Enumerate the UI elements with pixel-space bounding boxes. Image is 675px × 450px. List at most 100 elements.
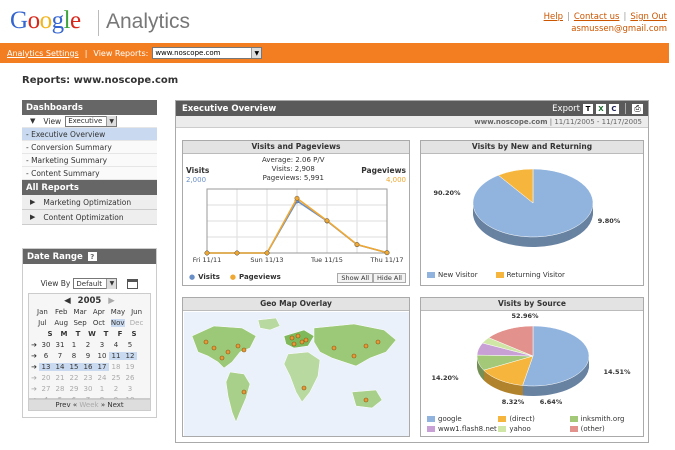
day[interactable]: 20 — [39, 374, 53, 382]
data-point-pageviews — [264, 250, 270, 256]
month-nov[interactable]: Nov — [110, 318, 125, 327]
forward-icon[interactable]: » — [101, 401, 105, 409]
site-select[interactable]: www.noscope.com ▼ — [152, 47, 263, 59]
day[interactable]: 26 — [123, 374, 137, 382]
day[interactable]: 1 — [95, 385, 109, 393]
week-row[interactable]: ➔ 27 28 29 30 1 2 3 — [29, 383, 150, 394]
day[interactable]: 23 — [81, 374, 95, 382]
view-by-select[interactable]: Default ▼ — [73, 278, 118, 289]
day[interactable]: 11 — [109, 351, 123, 360]
day[interactable]: 9 — [81, 352, 95, 360]
month-jan[interactable]: Jan — [35, 308, 49, 316]
hide-all-button[interactable]: Hide All — [373, 273, 406, 283]
day[interactable]: 3 — [95, 341, 109, 349]
day[interactable]: 18 — [109, 363, 123, 371]
export-text-icon[interactable]: T — [583, 103, 593, 114]
day[interactable]: 29 — [67, 385, 81, 393]
content-optimization-button[interactable]: ▶ Content Optimization — [22, 210, 157, 225]
help-icon[interactable]: ? — [87, 252, 97, 261]
triangle-right-icon: ▶ — [30, 198, 36, 206]
day[interactable]: 2 — [81, 341, 95, 349]
contact-link[interactable]: Contact us — [574, 12, 620, 22]
arrow-right-icon[interactable]: ➔ — [29, 385, 39, 393]
month-oct[interactable]: Oct — [92, 319, 106, 327]
analytics-settings-link[interactable]: Analytics Settings — [7, 49, 79, 58]
view-select[interactable]: Executive ▼ — [65, 115, 118, 127]
legend-pageviews[interactable]: ● Pageviews — [230, 273, 281, 281]
weekday-label: T — [75, 329, 81, 338]
sidebar-item-conversion-summary[interactable]: - Conversion Summary — [22, 141, 157, 154]
day[interactable]: 30 — [81, 385, 95, 393]
day[interactable]: 7 — [53, 352, 67, 360]
calendar-icon[interactable] — [127, 278, 139, 289]
sidebar-item-marketing-summary[interactable]: - Marketing Summary — [22, 154, 157, 167]
day[interactable]: 3 — [123, 385, 137, 393]
day[interactable]: 24 — [95, 374, 109, 382]
show-all-button[interactable]: Show All — [337, 273, 374, 283]
day[interactable]: 6 — [39, 352, 53, 360]
day[interactable]: 15 — [67, 362, 81, 371]
signout-link[interactable]: Sign Out — [630, 12, 667, 22]
next-year-icon[interactable]: ▶ — [108, 296, 115, 306]
data-point-pageviews — [204, 250, 210, 256]
day[interactable]: 5 — [123, 341, 137, 349]
day[interactable]: 27 — [39, 385, 53, 393]
help-link[interactable]: Help — [544, 12, 563, 22]
triangle-right-icon: ▶ — [30, 213, 36, 221]
rewind-icon[interactable]: « — [73, 401, 77, 409]
logo-letter: o — [39, 7, 53, 34]
date-range-panel: Date Range ? View By Default ▼ ◀ 2005 ▶ … — [22, 248, 157, 418]
month-sep[interactable]: Sep — [73, 319, 87, 327]
week-row[interactable]: ➔ 6 7 8 9 10 11 12 — [29, 350, 150, 361]
sidebar-item-executive-overview[interactable]: - Executive Overview — [22, 128, 157, 141]
print-icon[interactable]: ⎙ — [632, 103, 643, 114]
export-excel-icon[interactable]: X — [596, 103, 606, 114]
arrow-right-icon[interactable]: ➔ — [29, 352, 39, 360]
x-tick-label: Thu 11/17 — [369, 256, 403, 264]
year-row: ◀ 2005 ▶ — [29, 296, 150, 306]
line-legend: ● Visits ● Pageviews — [189, 273, 281, 281]
week-row[interactable]: ➔ 13 14 15 16 17 18 19 — [29, 361, 150, 372]
world-map[interactable] — [184, 312, 409, 436]
day[interactable]: 17 — [95, 362, 109, 371]
day[interactable]: 8 — [67, 352, 81, 360]
prev-year-icon[interactable]: ◀ — [64, 296, 71, 306]
day[interactable]: 16 — [81, 362, 95, 371]
month-mar[interactable]: Mar — [73, 308, 87, 316]
day[interactable]: 28 — [53, 385, 67, 393]
month-apr[interactable]: Apr — [92, 308, 106, 316]
export-csv-icon[interactable]: C — [609, 103, 619, 114]
week-row[interactable]: ➔ 20 21 22 23 24 25 26 — [29, 372, 150, 383]
next-button[interactable]: Next — [107, 401, 123, 409]
marketing-optimization-button[interactable]: ▶ Marketing Optimization — [22, 195, 157, 210]
day[interactable]: 12 — [123, 351, 137, 360]
month-jun[interactable]: Jun — [130, 308, 144, 316]
arrow-right-icon[interactable]: ➔ — [29, 363, 39, 371]
day[interactable]: 30 — [39, 341, 53, 349]
day[interactable]: 25 — [109, 374, 123, 382]
day[interactable]: 19 — [123, 363, 137, 371]
legend-visits[interactable]: ● Visits — [189, 273, 220, 281]
day[interactable]: 31 — [53, 341, 67, 349]
day[interactable]: 21 — [53, 374, 67, 382]
visits-pageviews-chart: Fri 11/11 Sun 11/13 Tue 11/15 Thu 11/17 — [193, 188, 404, 264]
legend-returning-visitor-label: Returning Visitor — [506, 271, 565, 279]
day[interactable]: 22 — [67, 374, 81, 382]
month-dec[interactable]: Dec — [130, 319, 144, 327]
new-returning-legend: New Visitor Returning Visitor — [427, 271, 565, 279]
day[interactable]: 10 — [95, 352, 109, 360]
day[interactable]: 14 — [53, 362, 67, 371]
month-may[interactable]: May — [111, 308, 125, 316]
day[interactable]: 2 — [109, 385, 123, 393]
day[interactable]: 4 — [109, 341, 123, 349]
sidebar-item-content-summary[interactable]: - Content Summary — [22, 167, 157, 180]
arrow-right-icon[interactable]: ➔ — [29, 341, 39, 349]
day[interactable]: 13 — [39, 362, 53, 371]
day[interactable]: 1 — [67, 341, 81, 349]
arrow-right-icon[interactable]: ➔ — [29, 374, 39, 382]
prev-button[interactable]: Prev — [55, 401, 70, 409]
month-jul[interactable]: Jul — [35, 319, 49, 327]
week-row[interactable]: ➔ 30 31 1 2 3 4 5 — [29, 339, 150, 350]
month-feb[interactable]: Feb — [54, 308, 68, 316]
month-aug[interactable]: Aug — [54, 319, 68, 327]
